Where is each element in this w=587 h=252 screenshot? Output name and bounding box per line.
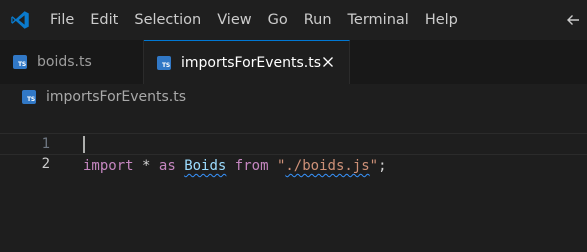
quote: " — [369, 158, 379, 174]
code-line-1[interactable]: 1 import * as Boids from "./boids.js"; — [0, 111, 587, 174]
menu-terminal[interactable]: Terminal — [340, 0, 417, 40]
menu-help[interactable]: Help — [417, 0, 466, 40]
vscode-logo-icon — [10, 10, 30, 30]
ts-badge-text: TS — [26, 96, 35, 103]
text-cursor — [83, 136, 85, 153]
editor-tab-bar: TS boids.ts TS importsForEvents.ts — [0, 40, 587, 84]
menu-selection[interactable]: Selection — [126, 0, 209, 40]
ts-file-icon: TS — [13, 55, 27, 69]
keyword-token: from — [234, 158, 269, 174]
breadcrumb[interactable]: TS importsForEvents.ts — [0, 84, 587, 110]
line-number: 2 — [41, 156, 50, 172]
title-bar: File Edit Selection View Go Run Terminal… — [0, 0, 587, 40]
menu-view[interactable]: View — [209, 0, 259, 40]
path-string: ./boids.js — [285, 158, 370, 174]
ts-file-icon: TS — [157, 55, 171, 70]
menu-run[interactable]: Run — [296, 0, 340, 40]
menu-bar: File Edit Selection View Go Run Terminal… — [42, 0, 466, 40]
breadcrumb-file[interactable]: importsForEvents.ts — [46, 89, 186, 105]
keyword-token: as — [158, 158, 176, 174]
code-editor[interactable]: 1 import * as Boids from "./boids.js"; 2 — [0, 110, 587, 252]
operator-token: * — [142, 158, 151, 174]
code-line-2-current[interactable]: 2 — [0, 133, 587, 172]
keyword-token: import — [83, 158, 134, 174]
menu-edit[interactable]: Edit — [82, 0, 126, 40]
menu-file[interactable]: File — [42, 0, 82, 40]
identifier-token: Boids — [184, 158, 227, 174]
tab-importsforevents-ts[interactable]: TS importsForEvents.ts — [144, 40, 350, 84]
ts-badge-text: TS — [17, 61, 26, 68]
close-icon[interactable] — [319, 53, 337, 71]
string-token: "./boids.js" — [277, 158, 378, 174]
menu-go[interactable]: Go — [260, 0, 296, 40]
tab-label: boids.ts — [37, 54, 92, 70]
ts-badge-text: TS — [161, 61, 170, 69]
ts-file-icon: TS — [22, 90, 36, 104]
tab-label: importsForEvents.ts — [181, 54, 322, 71]
arrow-left-icon[interactable] — [563, 10, 583, 30]
tab-boids-ts[interactable]: TS boids.ts — [0, 40, 144, 84]
semicolon-token: ; — [378, 158, 387, 174]
vscode-window: File Edit Selection View Go Run Terminal… — [0, 0, 587, 252]
code-content: import * as Boids from "./boids.js"; — [83, 155, 387, 177]
